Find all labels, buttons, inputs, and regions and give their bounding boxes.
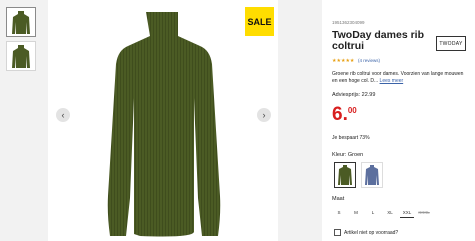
price-decimals: 00 — [347, 106, 357, 115]
stock-check-label: Artikel niet op voorraad? — [344, 229, 399, 236]
savings-text: Je bespaart 73% — [332, 135, 370, 141]
size-option-m[interactable]: M — [349, 207, 363, 217]
price-integer: 6. — [332, 104, 348, 125]
size-option-xl[interactable]: XL — [383, 207, 397, 217]
chevron-right-icon: › — [262, 110, 266, 120]
next-image-button[interactable]: › — [257, 108, 271, 122]
sweater-thumb-icon — [12, 45, 30, 68]
brand-logo[interactable]: TWODAY — [436, 36, 466, 51]
sweater-thumb-icon — [12, 11, 30, 34]
size-options: S M L XL XXL XXXL — [332, 207, 431, 218]
product-image — [107, 12, 221, 237]
thumbnail-front[interactable] — [6, 7, 36, 37]
size-label: Maat — [332, 196, 345, 202]
advies-price: Adviesprijs: 22.99 — [332, 92, 376, 98]
color-swatch-green[interactable] — [334, 162, 356, 188]
prev-image-button[interactable]: ‹ — [56, 108, 70, 122]
product-sku: 1951362304099 — [332, 20, 365, 25]
color-swatch-blue[interactable] — [361, 162, 383, 188]
product-description: Groene rib coltrui voor dames. Voorzien … — [332, 71, 467, 84]
checkbox-icon — [334, 229, 341, 236]
reviews-link[interactable]: (4 reviews) — [358, 58, 380, 63]
chevron-left-icon: ‹ — [61, 110, 65, 120]
price: 6.00 — [332, 104, 357, 126]
size-option-xxxl[interactable]: XXXL — [417, 207, 431, 217]
size-option-l[interactable]: L — [366, 207, 380, 217]
sweater-swatch-icon — [365, 165, 379, 185]
thumbnail-strip — [6, 7, 36, 75]
product-title: TwoDay dames rib coltrui — [332, 29, 424, 52]
stock-check[interactable]: Artikel niet op voorraad? — [334, 229, 398, 236]
color-label: Kleur: Groen — [332, 152, 364, 158]
size-option-xxl[interactable]: XXL — [400, 207, 414, 218]
sweater-swatch-icon — [338, 165, 352, 185]
size-option-s[interactable]: S — [332, 207, 346, 217]
read-more-link[interactable]: Lees meer — [380, 78, 404, 84]
rating-stars: ★★★★★ — [332, 58, 355, 64]
sale-badge: SALE — [245, 7, 274, 36]
product-panel: 1951362304099 TwoDay dames rib coltrui T… — [322, 0, 475, 241]
thumbnail-back[interactable] — [6, 41, 36, 71]
product-gallery: ‹ › — [48, 0, 278, 241]
